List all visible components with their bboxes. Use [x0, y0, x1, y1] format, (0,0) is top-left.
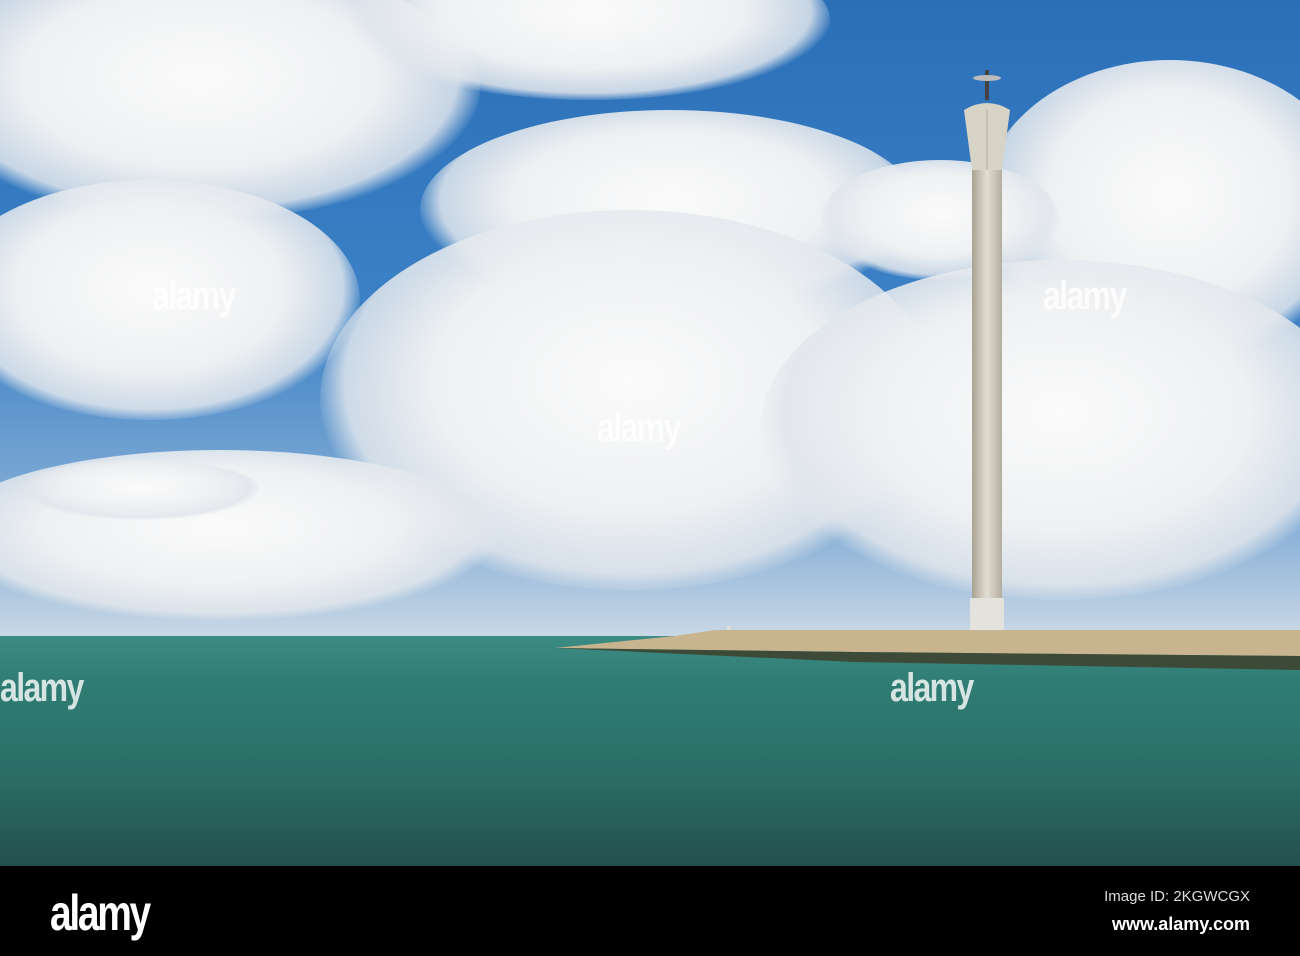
beacon	[727, 626, 731, 630]
footer-bar: alamy Image ID: 2KGWCGX www.alamy.com	[0, 866, 1300, 956]
watermark: alamy	[890, 666, 974, 710]
website-link[interactable]: www.alamy.com	[1112, 914, 1250, 935]
alamy-logo: alamy	[50, 885, 151, 941]
watermark: alamy	[1043, 274, 1127, 318]
watermark: alamy	[597, 406, 681, 450]
watermark: alamy	[0, 666, 84, 710]
photo: alamy alamy alamy alamy alamy	[0, 0, 1300, 866]
watermark: alamy	[152, 274, 236, 318]
radar-tower	[964, 70, 1010, 630]
image-id: Image ID: 2KGWCGX	[1104, 888, 1250, 905]
